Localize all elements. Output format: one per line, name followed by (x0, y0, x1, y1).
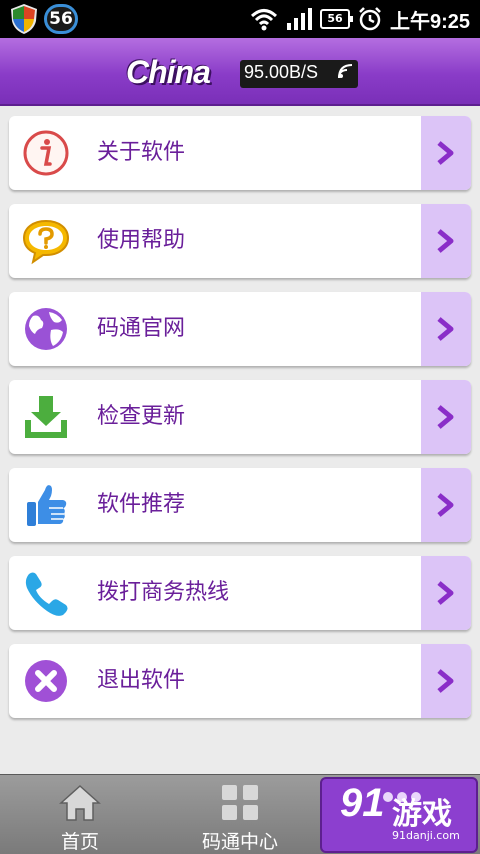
menu-item-website[interactable]: 码通官网 (9, 292, 471, 366)
menu-label: 退出软件 (97, 668, 186, 693)
logo-text: China (126, 54, 211, 90)
tab-label: 码通中心 (201, 831, 278, 853)
notification-badge: 56 (44, 4, 78, 34)
menu-item-help[interactable]: 使用帮助 (9, 204, 471, 278)
help-bubble-icon (22, 219, 70, 265)
signal-icon (286, 8, 312, 30)
tab-label: 首页 (60, 831, 99, 853)
menu-item-about[interactable]: 关于软件 (9, 116, 471, 190)
download-icon (25, 396, 67, 438)
alarm-icon (359, 7, 381, 31)
chevron-right-icon[interactable] (421, 204, 471, 278)
info-icon (23, 130, 69, 176)
chevron-right-icon[interactable] (421, 468, 471, 542)
shield-icon (11, 4, 37, 34)
battery-icon: 56 (319, 9, 353, 29)
status-bar: 56 56 上午9:25 (0, 0, 480, 38)
watermark-url: 91danji.com (392, 829, 460, 842)
bottom-nav: 首页 码通中心 91 游戏 91danji.com (0, 774, 480, 854)
grid-icon (222, 785, 258, 820)
menu-item-hotline[interactable]: 拨打商务热线 (9, 556, 471, 630)
globe-icon (25, 308, 67, 350)
phone-icon (25, 572, 68, 616)
menu-label: 码通官网 (97, 316, 186, 341)
menu-item-update[interactable]: 检查更新 (9, 380, 471, 454)
menu-item-exit[interactable]: 退出软件 (9, 644, 471, 718)
chevron-right-icon[interactable] (421, 116, 471, 190)
menu-label: 软件推荐 (97, 492, 186, 517)
chevron-right-icon[interactable] (421, 292, 471, 366)
menu-label: 拨打商务热线 (97, 580, 230, 605)
menu-label: 检查更新 (97, 404, 186, 429)
menu-label: 关于软件 (97, 140, 186, 165)
tab-center[interactable]: 码通中心 (160, 775, 320, 854)
chevron-right-icon[interactable] (421, 556, 471, 630)
menu-label: 使用帮助 (97, 228, 186, 253)
close-circle-icon (25, 660, 67, 702)
watermark-text: 游戏 (392, 797, 452, 832)
china-logo: China 95.00B/S (126, 54, 358, 92)
thumbs-up-icon (27, 485, 67, 526)
status-time: 上午9:25 (389, 10, 470, 33)
watermark-logo: 91 (340, 781, 385, 825)
network-icon (338, 64, 353, 79)
home-icon (59, 784, 101, 821)
menu-item-recommend[interactable]: 软件推荐 (9, 468, 471, 542)
app-header: China 95.00B/S (0, 38, 480, 106)
network-speed: 95.00B/S (244, 62, 319, 82)
chevron-right-icon[interactable] (421, 380, 471, 454)
chevron-right-icon[interactable] (421, 644, 471, 718)
tab-home[interactable]: 首页 (0, 775, 160, 854)
wifi-icon (250, 9, 277, 31)
